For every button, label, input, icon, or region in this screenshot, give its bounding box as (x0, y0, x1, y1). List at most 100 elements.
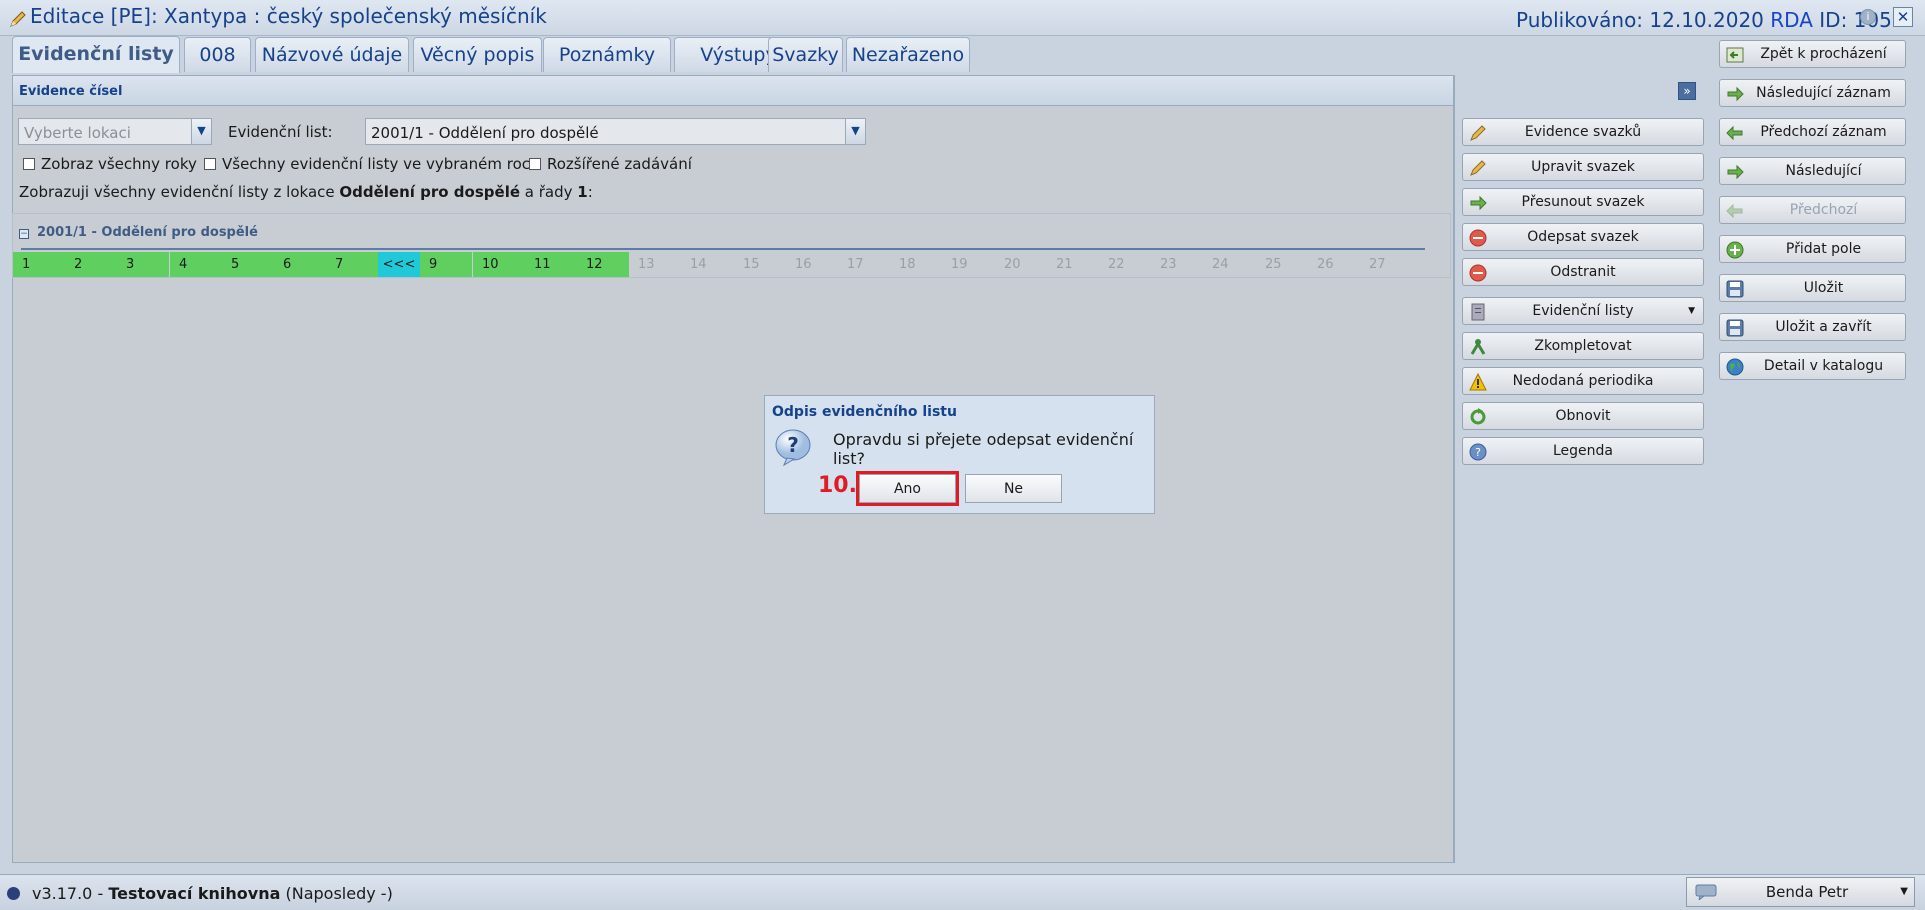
chevron-down-icon[interactable]: ▼ (845, 119, 865, 144)
question-icon: ? (775, 429, 811, 467)
action-button-4[interactable]: Odstranit (1462, 258, 1704, 286)
chevron-down-icon: ▼ (1688, 306, 1695, 316)
nav-label: Následující záznam (1756, 85, 1891, 101)
action-button-9[interactable]: ? Legenda (1462, 437, 1704, 465)
pencil-icon (1470, 125, 1486, 141)
action-button-7[interactable]: Nedodaná periodika (1462, 367, 1704, 395)
status-icon (7, 887, 20, 900)
issue-cell[interactable]: 23 (1151, 252, 1203, 277)
tab-0[interactable]: Evidenční listy (12, 36, 180, 73)
status-text: v3.17.0 - Testovací knihovna (Naposledy … (32, 884, 393, 903)
issue-cell[interactable]: 4 (170, 252, 222, 277)
issue-cell[interactable]: 17 (838, 252, 890, 277)
floppy-icon (1726, 319, 1744, 337)
issue-cell[interactable]: 21 (1047, 252, 1099, 277)
no-button[interactable]: Ne (965, 474, 1062, 503)
issue-cell[interactable]: 19 (942, 252, 994, 277)
info-icon[interactable]: i (1860, 9, 1876, 25)
issue-cell[interactable]: 14 (681, 252, 733, 277)
nav-label: Detail v katalogu (1763, 358, 1884, 374)
issue-cell[interactable]: 20 (995, 252, 1047, 277)
action-label: Evidence svazků (1524, 124, 1642, 140)
issue-cell[interactable]: 25 (1256, 252, 1308, 277)
close-icon[interactable]: ✕ (1893, 7, 1913, 27)
nav-button-8[interactable]: Detail v katalogu (1719, 352, 1906, 380)
back-icon (1726, 47, 1744, 63)
nav-button-2[interactable]: Předchozí záznam (1719, 118, 1906, 146)
tab-6[interactable]: Svazky (768, 37, 843, 72)
plus-circle-icon (1726, 241, 1744, 259)
issue-cell[interactable]: 18 (890, 252, 942, 277)
list-select[interactable]: 2001/1 - Oddělení pro dospělé ▼ (365, 118, 866, 145)
issue-cell[interactable]: 22 (1099, 252, 1151, 277)
issue-cell[interactable]: <<< (378, 252, 420, 277)
action-button-6[interactable]: Zkompletovat (1462, 332, 1704, 360)
group-title: 2001/1 - Oddělení pro dospělé (37, 225, 258, 240)
issue-cell[interactable]: 27 (1360, 252, 1412, 277)
tab-1[interactable]: 008 (184, 37, 251, 72)
action-label: Legenda (1552, 443, 1613, 459)
action-button-8[interactable]: Obnovit (1462, 402, 1704, 430)
collapse-group-icon[interactable]: − (19, 229, 29, 239)
action-button-2[interactable]: Přesunout svazek (1462, 188, 1704, 216)
nav-button-5[interactable]: Přidat pole (1719, 235, 1906, 263)
nav-button-0[interactable]: Zpět k procházení (1719, 40, 1906, 68)
tab-3[interactable]: Věcný popis (413, 37, 542, 72)
floppy-icon (1726, 280, 1744, 298)
issue-cell[interactable]: 6 (274, 252, 326, 277)
nav-button-7[interactable]: Uložit a zavřít (1719, 313, 1906, 341)
group-underline (21, 248, 1425, 250)
checkbox-all-lists-in-year[interactable] (204, 158, 216, 170)
nav-button-1[interactable]: Následující záznam (1719, 79, 1906, 107)
dialog-message: Opravdu si přejete odepsat evidenční lis… (833, 430, 1134, 468)
refresh-icon (1470, 408, 1486, 425)
action-button-3[interactable]: Odepsat svazek (1462, 223, 1704, 251)
panel-title: Evidence čísel (19, 84, 123, 99)
nav-label: Zpět k procházení (1760, 46, 1887, 62)
nav-button-6[interactable]: Uložit (1719, 274, 1906, 302)
checkbox-all-years[interactable] (23, 158, 35, 170)
action-button-0[interactable]: Evidence svazků (1462, 118, 1704, 146)
nav-label: Předchozí (1789, 202, 1858, 218)
globe-icon (1726, 358, 1744, 376)
user-menu-button[interactable]: Benda Petr ▼ (1686, 877, 1915, 907)
publish-info: Publikováno: 12.10.2020 RDA ID: 1052 (1516, 8, 1905, 32)
rda-label: RDA (1770, 8, 1813, 32)
issue-cell[interactable]: 2 (65, 252, 117, 277)
nav-button-3[interactable]: Následující (1719, 157, 1906, 185)
issue-cell[interactable]: 12 (577, 252, 629, 277)
issue-cell[interactable]: 10 (473, 252, 525, 277)
issue-cell[interactable]: 24 (1203, 252, 1255, 277)
action-label: Odstranit (1550, 264, 1616, 280)
issue-cell[interactable]: 9 (420, 252, 472, 277)
pencil-icon (10, 11, 26, 27)
issue-cell[interactable]: 15 (734, 252, 786, 277)
issue-cell[interactable]: 16 (786, 252, 838, 277)
issue-cell[interactable]: 26 (1308, 252, 1360, 277)
tab-2[interactable]: Názvové údaje (255, 37, 409, 72)
issue-cell[interactable]: 1 (13, 252, 65, 277)
yes-button[interactable]: Ano (856, 471, 959, 506)
minus-circle-icon (1469, 264, 1487, 282)
user-name: Benda Petr (1765, 883, 1849, 901)
issue-cell[interactable]: 11 (525, 252, 577, 277)
location-select[interactable]: Vyberte lokaci ▼ (18, 118, 212, 145)
chevron-down-icon[interactable]: ▼ (191, 119, 211, 144)
checkbox-extended-label: Rozšířené zadávání (547, 155, 692, 173)
tab-7[interactable]: Nezařazeno (846, 37, 970, 72)
checkbox-extended-input[interactable] (529, 158, 541, 170)
document-icon (1471, 303, 1485, 321)
issue-cell[interactable]: 3 (117, 252, 169, 277)
collapse-icon[interactable]: » (1678, 82, 1696, 100)
nav-button-4[interactable]: Předchozí (1719, 196, 1906, 224)
action-button-5[interactable]: Evidenční listy ▼ (1462, 297, 1704, 325)
arrow-right-icon (1727, 164, 1744, 180)
location-placeholder: Vyberte lokaci (24, 124, 131, 142)
dialog-title: Odpis evidenčního listu (772, 404, 957, 420)
tab-4[interactable]: Poznámky (543, 37, 671, 72)
issue-cell[interactable]: 5 (222, 252, 274, 277)
issue-cell[interactable]: 7 (326, 252, 378, 277)
action-button-1[interactable]: Upravit svazek (1462, 153, 1704, 181)
issue-cell[interactable]: 13 (629, 252, 681, 277)
list-value: 2001/1 - Oddělení pro dospělé (371, 124, 599, 142)
